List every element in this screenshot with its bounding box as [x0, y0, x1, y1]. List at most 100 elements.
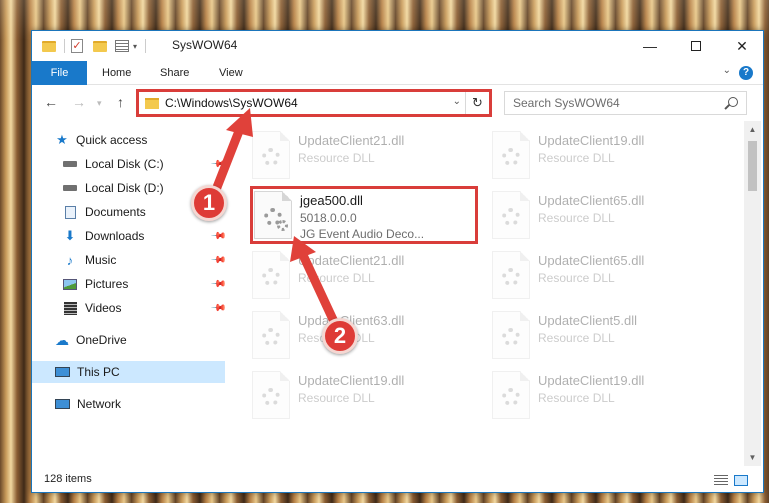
file-tile[interactable]: UpdateClient21.dll Resource DLL: [252, 247, 482, 305]
sidebar-item-videos[interactable]: Videos 📌: [62, 297, 227, 319]
up-arrow-icon[interactable]: ↑: [117, 94, 124, 110]
gear-icon: [262, 388, 280, 406]
vertical-scrollbar[interactable]: ▲ ▼: [744, 121, 761, 466]
customize-toolbar-chevron-icon[interactable]: ▾: [133, 42, 137, 51]
file-description: Resource DLL: [538, 331, 615, 345]
dll-file-icon: [492, 131, 530, 179]
gear-icon: [262, 268, 280, 286]
file-description: Resource DLL: [298, 151, 375, 165]
file-tile[interactable]: UpdateClient21.dll Resource DLL: [252, 127, 482, 185]
search-input[interactable]: Search SysWOW64: [513, 96, 620, 110]
gear-icon: [262, 328, 280, 346]
window-title: SysWOW64: [172, 38, 238, 52]
scrollbar-thumb[interactable]: [748, 141, 757, 191]
cloud-icon: ☁: [55, 331, 69, 348]
file-list: UpdateClient21.dll Resource DLL UpdateCl…: [232, 121, 744, 466]
close-button[interactable]: ✕: [719, 31, 763, 61]
gear-icon: [502, 208, 520, 226]
file-tile[interactable]: UpdateClient19.dll Resource DLL: [252, 367, 482, 425]
sidebar-item-label: Music: [85, 253, 117, 267]
dll-file-icon: [492, 311, 530, 359]
back-arrow-icon[interactable]: ←: [44, 94, 58, 110]
sidebar-item-label: This PC: [77, 365, 120, 379]
folder-icon[interactable]: [42, 40, 56, 52]
file-name: UpdateClient19.dll: [538, 133, 645, 148]
star-icon: ★: [56, 132, 68, 147]
dll-file-icon: [492, 191, 530, 239]
pin-icon[interactable]: 📌: [210, 252, 227, 269]
rename-icon[interactable]: [115, 40, 129, 52]
videos-icon: [62, 301, 78, 315]
file-name: UpdateClient19.dll: [298, 373, 405, 388]
sidebar-item-label: Network: [77, 397, 122, 411]
drive-icon: [62, 181, 78, 195]
help-icon[interactable]: ?: [739, 66, 753, 80]
large-icons-view-icon[interactable]: [734, 475, 748, 486]
sidebar-item-label: Pictures: [85, 277, 129, 291]
scroll-up-icon[interactable]: ▲: [744, 121, 761, 138]
forward-arrow-icon[interactable]: →: [72, 94, 86, 110]
sidebar-item-label: Downloads: [85, 229, 145, 243]
sidebar-item-music[interactable]: ♪ Music 📌: [62, 249, 227, 271]
new-folder-icon[interactable]: [93, 40, 107, 52]
sidebar-item-label: Local Disk (D:): [85, 181, 164, 195]
file-name: UpdateClient65.dll: [538, 253, 645, 268]
pin-icon[interactable]: 📌: [210, 300, 227, 317]
sidebar-item-quick-access[interactable]: ★ Quick access: [54, 129, 225, 151]
pin-icon[interactable]: 📌: [210, 276, 227, 293]
dll-file-icon: [252, 371, 290, 419]
close-icon: ✕: [736, 37, 748, 54]
file-name: UpdateClient65.dll: [538, 193, 645, 208]
toolbar-divider: [64, 39, 65, 53]
minimize-button[interactable]: —: [627, 31, 673, 61]
maximize-icon: [691, 41, 701, 51]
download-icon: ⬇: [64, 228, 76, 243]
file-description: Resource DLL: [538, 211, 615, 225]
search-icon[interactable]: [728, 97, 738, 107]
tab-home[interactable]: Home: [102, 61, 131, 85]
tab-file[interactable]: File: [32, 61, 87, 85]
details-view-icon[interactable]: [714, 475, 728, 486]
tab-view[interactable]: View: [219, 61, 243, 85]
address-highlight-box: [136, 89, 492, 117]
file-tile[interactable]: UpdateClient5.dll Resource DLL: [492, 307, 722, 365]
file-highlight-box: [250, 186, 478, 244]
file-tile[interactable]: UpdateClient63.dll Resource DLL: [252, 307, 482, 365]
sidebar-item-label: Quick access: [76, 133, 148, 147]
recent-locations-chevron-icon[interactable]: ▾: [97, 98, 102, 109]
dll-file-icon: [492, 371, 530, 419]
gear-icon: [502, 268, 520, 286]
file-tile[interactable]: UpdateClient19.dll Resource DLL: [492, 127, 722, 185]
sidebar-item-onedrive[interactable]: ☁ OneDrive: [54, 329, 225, 351]
file-description: Resource DLL: [538, 391, 615, 405]
pin-icon[interactable]: 📌: [210, 228, 227, 245]
tab-share[interactable]: Share: [160, 61, 189, 85]
sidebar-item-downloads[interactable]: ⬇ Downloads 📌: [62, 225, 227, 247]
computer-icon: [54, 365, 70, 379]
maximize-button[interactable]: [673, 31, 719, 61]
sidebar-item-network[interactable]: Network: [54, 393, 225, 415]
file-tile[interactable]: UpdateClient65.dll Resource DLL: [492, 187, 722, 245]
minimize-icon: —: [643, 38, 657, 54]
sidebar-item-this-pc[interactable]: This PC: [32, 361, 225, 383]
pin-icon[interactable]: 📌: [210, 156, 227, 173]
dll-file-icon: [252, 311, 290, 359]
toolbar-divider: [145, 39, 147, 53]
file-tile[interactable]: UpdateClient19.dll Resource DLL: [492, 367, 722, 425]
file-description: Resource DLL: [538, 271, 615, 285]
dll-file-icon: [492, 251, 530, 299]
gear-icon: [502, 328, 520, 346]
expand-ribbon-chevron-icon[interactable]: ⌄: [723, 65, 731, 76]
sidebar-item-pictures[interactable]: Pictures 📌: [62, 273, 227, 295]
title-bar: ✓ ▾ SysWOW64 — ✕: [32, 31, 763, 61]
item-count: 128 items: [44, 473, 92, 485]
sidebar-item-label: Documents: [85, 205, 146, 219]
scroll-down-icon[interactable]: ▼: [744, 449, 761, 466]
file-name: UpdateClient5.dll: [538, 313, 638, 328]
properties-check-icon[interactable]: ✓: [71, 39, 83, 53]
search-box[interactable]: Search SysWOW64: [504, 91, 747, 115]
sidebar-item-local-disk-c[interactable]: Local Disk (C:) 📌: [62, 153, 227, 175]
pictures-icon: [62, 277, 78, 291]
ribbon-tabs: File Home Share View ⌄ ?: [32, 61, 763, 85]
file-tile[interactable]: UpdateClient65.dll Resource DLL: [492, 247, 722, 305]
